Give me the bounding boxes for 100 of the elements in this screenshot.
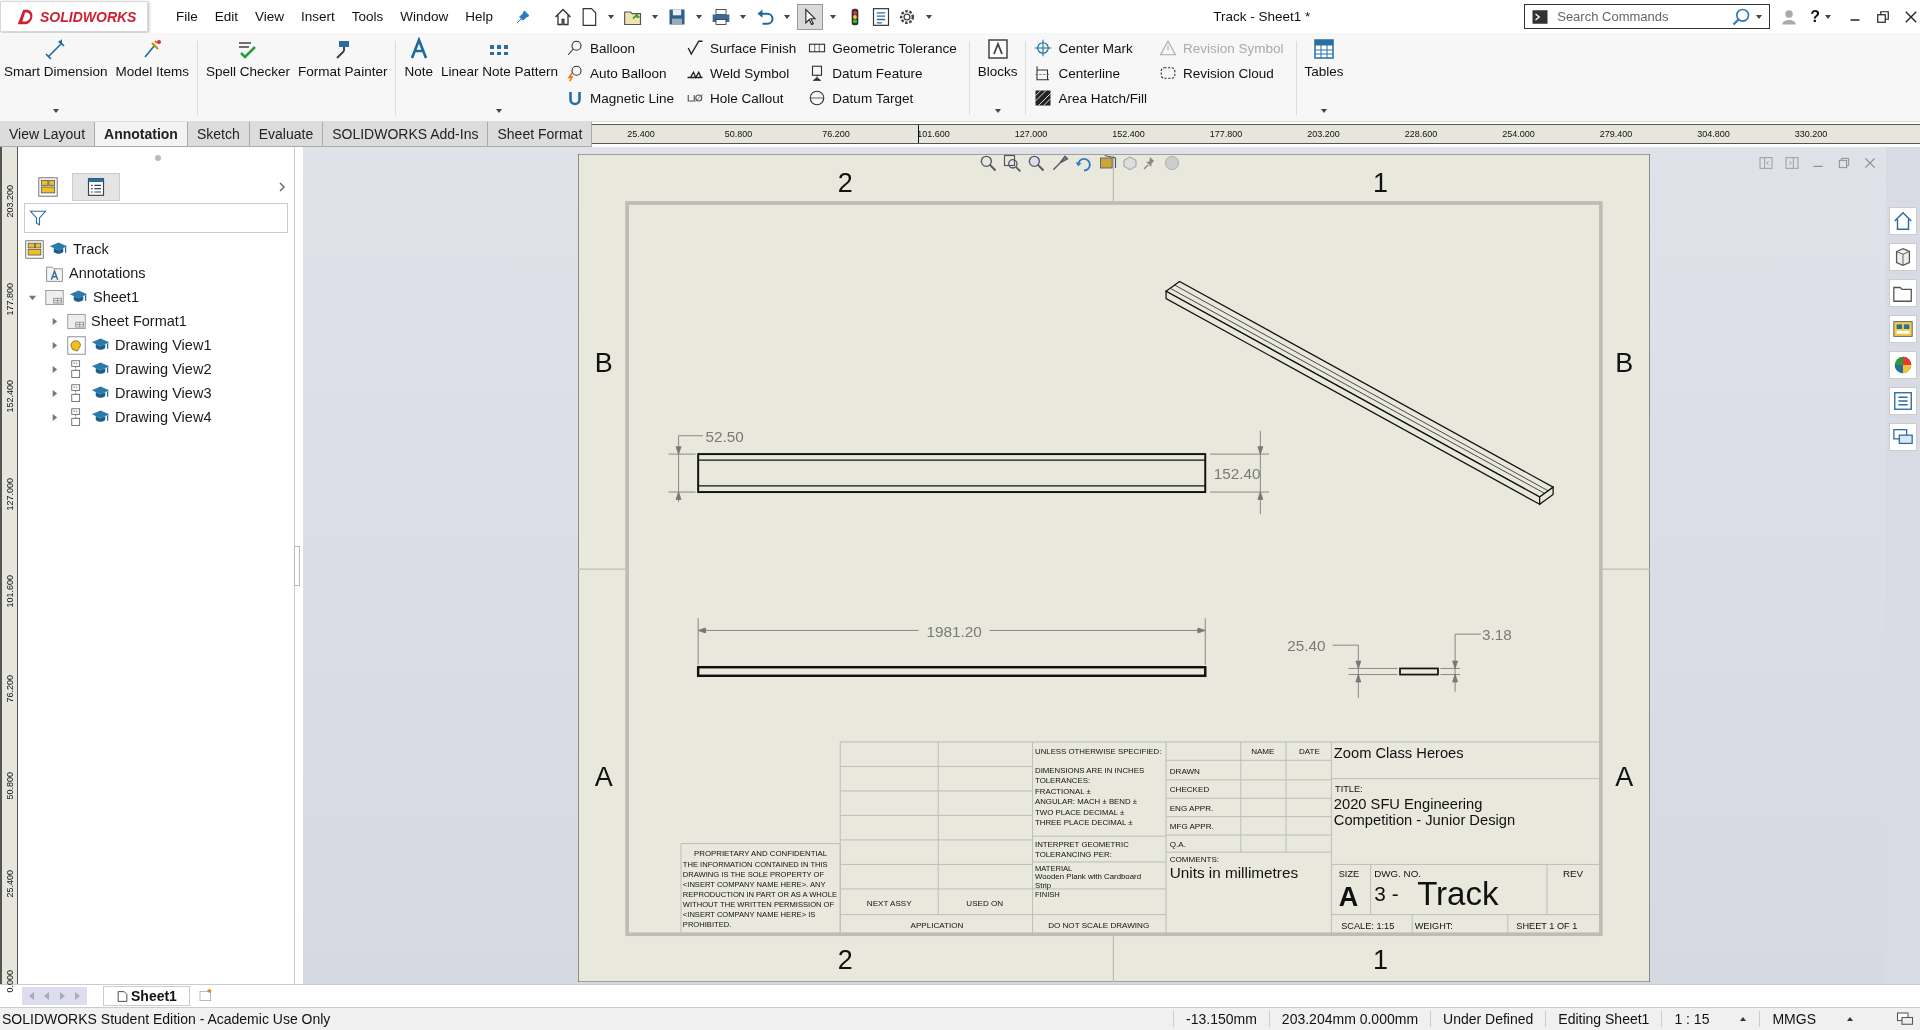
block-icon (985, 37, 1010, 61)
tree-item[interactable]: Annotations (24, 261, 292, 285)
caret-icon[interactable] (1824, 12, 1832, 21)
ribbon-button[interactable]: Magnetic Line (566, 87, 675, 109)
ribbon-tab[interactable]: Evaluate (249, 122, 324, 146)
ribbon-button[interactable]: Area Hatch/Fill (1034, 87, 1147, 109)
ribbon-button[interactable]: Center Mark (1034, 37, 1147, 59)
caret-icon[interactable] (783, 12, 792, 21)
zone-label: B (594, 348, 613, 378)
ribbon-button[interactable]: Weld Symbol (686, 62, 797, 84)
dimension-value: 3.18 (1482, 626, 1512, 644)
ribbon-button[interactable]: Datum Feature (808, 62, 957, 84)
search-input[interactable]: Search Commands (1555, 8, 1732, 25)
folder-icon[interactable] (1889, 279, 1917, 307)
ribbon-button[interactable]: Auto Balloon (566, 62, 675, 84)
app-logo[interactable]: SOLIDWORKS (0, 1, 148, 32)
chat-icon[interactable] (1889, 423, 1917, 451)
tile-right-icon[interactable] (1784, 155, 1800, 171)
menu-item[interactable]: View (255, 9, 285, 24)
chat-icon[interactable] (1896, 1010, 1914, 1028)
dimension-value: 1981.20 (926, 622, 982, 640)
ribbon-button[interactable]: Geometric Tolerance (808, 37, 957, 59)
part-view-icon (67, 335, 86, 355)
zone-label: 2 (837, 944, 853, 975)
tree-item[interactable]: Track (24, 237, 292, 261)
ribbon-button[interactable]: Hole Callout (686, 87, 797, 109)
ribbon-tab[interactable]: Sketch (187, 122, 250, 146)
ribbon-button[interactable]: Spell Checker (202, 37, 295, 121)
help-button[interactable]: ? (1810, 7, 1820, 26)
part-icon[interactable] (1889, 243, 1917, 271)
menu-item[interactable]: Tools (351, 9, 384, 24)
filter-field[interactable] (24, 203, 288, 233)
tree-item[interactable]: Drawing View4 (24, 405, 292, 429)
menu-item[interactable]: Edit (214, 9, 239, 24)
tree-item[interactable]: Drawing View3 (24, 381, 292, 405)
status-field[interactable]: 1 : 15 (1661, 1011, 1760, 1027)
zoom-fit-icon[interactable] (978, 153, 998, 173)
panel-tab[interactable] (72, 173, 120, 201)
title-block-label: TWO PLACE DECIMAL ± (1035, 807, 1125, 817)
caret-icon[interactable] (739, 12, 748, 21)
print-icon[interactable] (711, 6, 732, 27)
ribbon-button[interactable]: Balloon (566, 37, 675, 59)
ribbon-button[interactable]: Datum Target (808, 87, 957, 109)
caret-icon[interactable] (695, 12, 704, 21)
search-icon[interactable] (1731, 6, 1752, 27)
ribbon-button[interactable]: Surface Finish (686, 37, 797, 59)
ribbon-button[interactable]: Linear Note Pattern (436, 37, 562, 121)
appearance-icon[interactable] (1889, 351, 1917, 379)
pin-icon[interactable] (515, 8, 532, 25)
ruler-label: 76.200 (4, 673, 15, 704)
ribbon-button[interactable]: Tables (1300, 37, 1348, 121)
menu-item[interactable]: Insert (301, 9, 335, 24)
menu-item[interactable]: File (176, 9, 198, 24)
title-block-label: TOLERANCING PER: (1035, 850, 1112, 860)
caret-icon[interactable] (51, 107, 60, 115)
ribbon-button[interactable]: Model Items (111, 37, 194, 121)
caret-icon[interactable] (1755, 12, 1764, 21)
title-block-label: FRACTIONAL ± (1035, 786, 1091, 796)
ribbon-button[interactable]: Centerline (1034, 62, 1147, 84)
caret-icon[interactable] (651, 12, 660, 21)
add-sheet-icon[interactable] (197, 988, 214, 1004)
ribbon-tab[interactable]: SOLIDWORKS Add-Ins (323, 122, 489, 146)
sheet-tab[interactable]: Sheet1 (103, 986, 190, 1006)
zoom-icon[interactable] (1026, 153, 1046, 173)
material-value: Wooden Plank with Cardboard Strip (1035, 872, 1142, 890)
splitter-handle[interactable] (294, 545, 300, 586)
list-icon[interactable] (871, 6, 892, 27)
caret-icon[interactable] (1846, 1015, 1854, 1023)
ribbon-button[interactable]: Revision Cloud (1158, 62, 1284, 84)
caret-icon[interactable] (607, 12, 616, 21)
caret-icon[interactable] (1320, 107, 1329, 115)
filter-icon[interactable] (29, 209, 47, 227)
tree-item[interactable]: Sheet Format1 (24, 309, 292, 333)
caret-icon[interactable] (495, 107, 504, 115)
ribbon-button[interactable]: Format Painter (294, 37, 392, 121)
comments-value: Units in millimetres (1169, 863, 1299, 881)
ribbon-button[interactable]: Smart Dimension (0, 37, 112, 121)
tree-item[interactable]: Drawing View1 (24, 333, 292, 357)
caret-icon[interactable] (993, 107, 1002, 115)
pan-icon[interactable] (1050, 153, 1070, 173)
ribbon-button[interactable]: Blocks (973, 37, 1022, 121)
caret-icon[interactable] (829, 12, 838, 21)
menu-item[interactable]: Window (400, 9, 449, 24)
title-block-label: DATE (1298, 747, 1320, 757)
tile-left-icon[interactable] (1758, 155, 1774, 171)
search-field[interactable]: Search Commands (1524, 4, 1771, 29)
tree-item[interactable]: Sheet1 (24, 285, 292, 309)
ribbon-tab[interactable]: Annotation (95, 122, 188, 146)
menu-item[interactable]: Help (465, 9, 494, 24)
ribbon-button[interactable]: Note (400, 37, 437, 121)
properties-icon[interactable] (1889, 387, 1917, 415)
home-icon[interactable] (553, 6, 574, 27)
tree-item[interactable]: Drawing View2 (24, 357, 292, 381)
status-field[interactable]: MMGS (1759, 1011, 1866, 1027)
home-icon[interactable] (1889, 207, 1917, 235)
caret-icon[interactable] (1739, 1015, 1748, 1023)
view-palette-icon[interactable] (1889, 315, 1917, 343)
title-block-label: DWG. NO. (1374, 867, 1421, 879)
zoom-area-icon[interactable] (1002, 153, 1022, 173)
caret-icon[interactable] (925, 12, 934, 21)
